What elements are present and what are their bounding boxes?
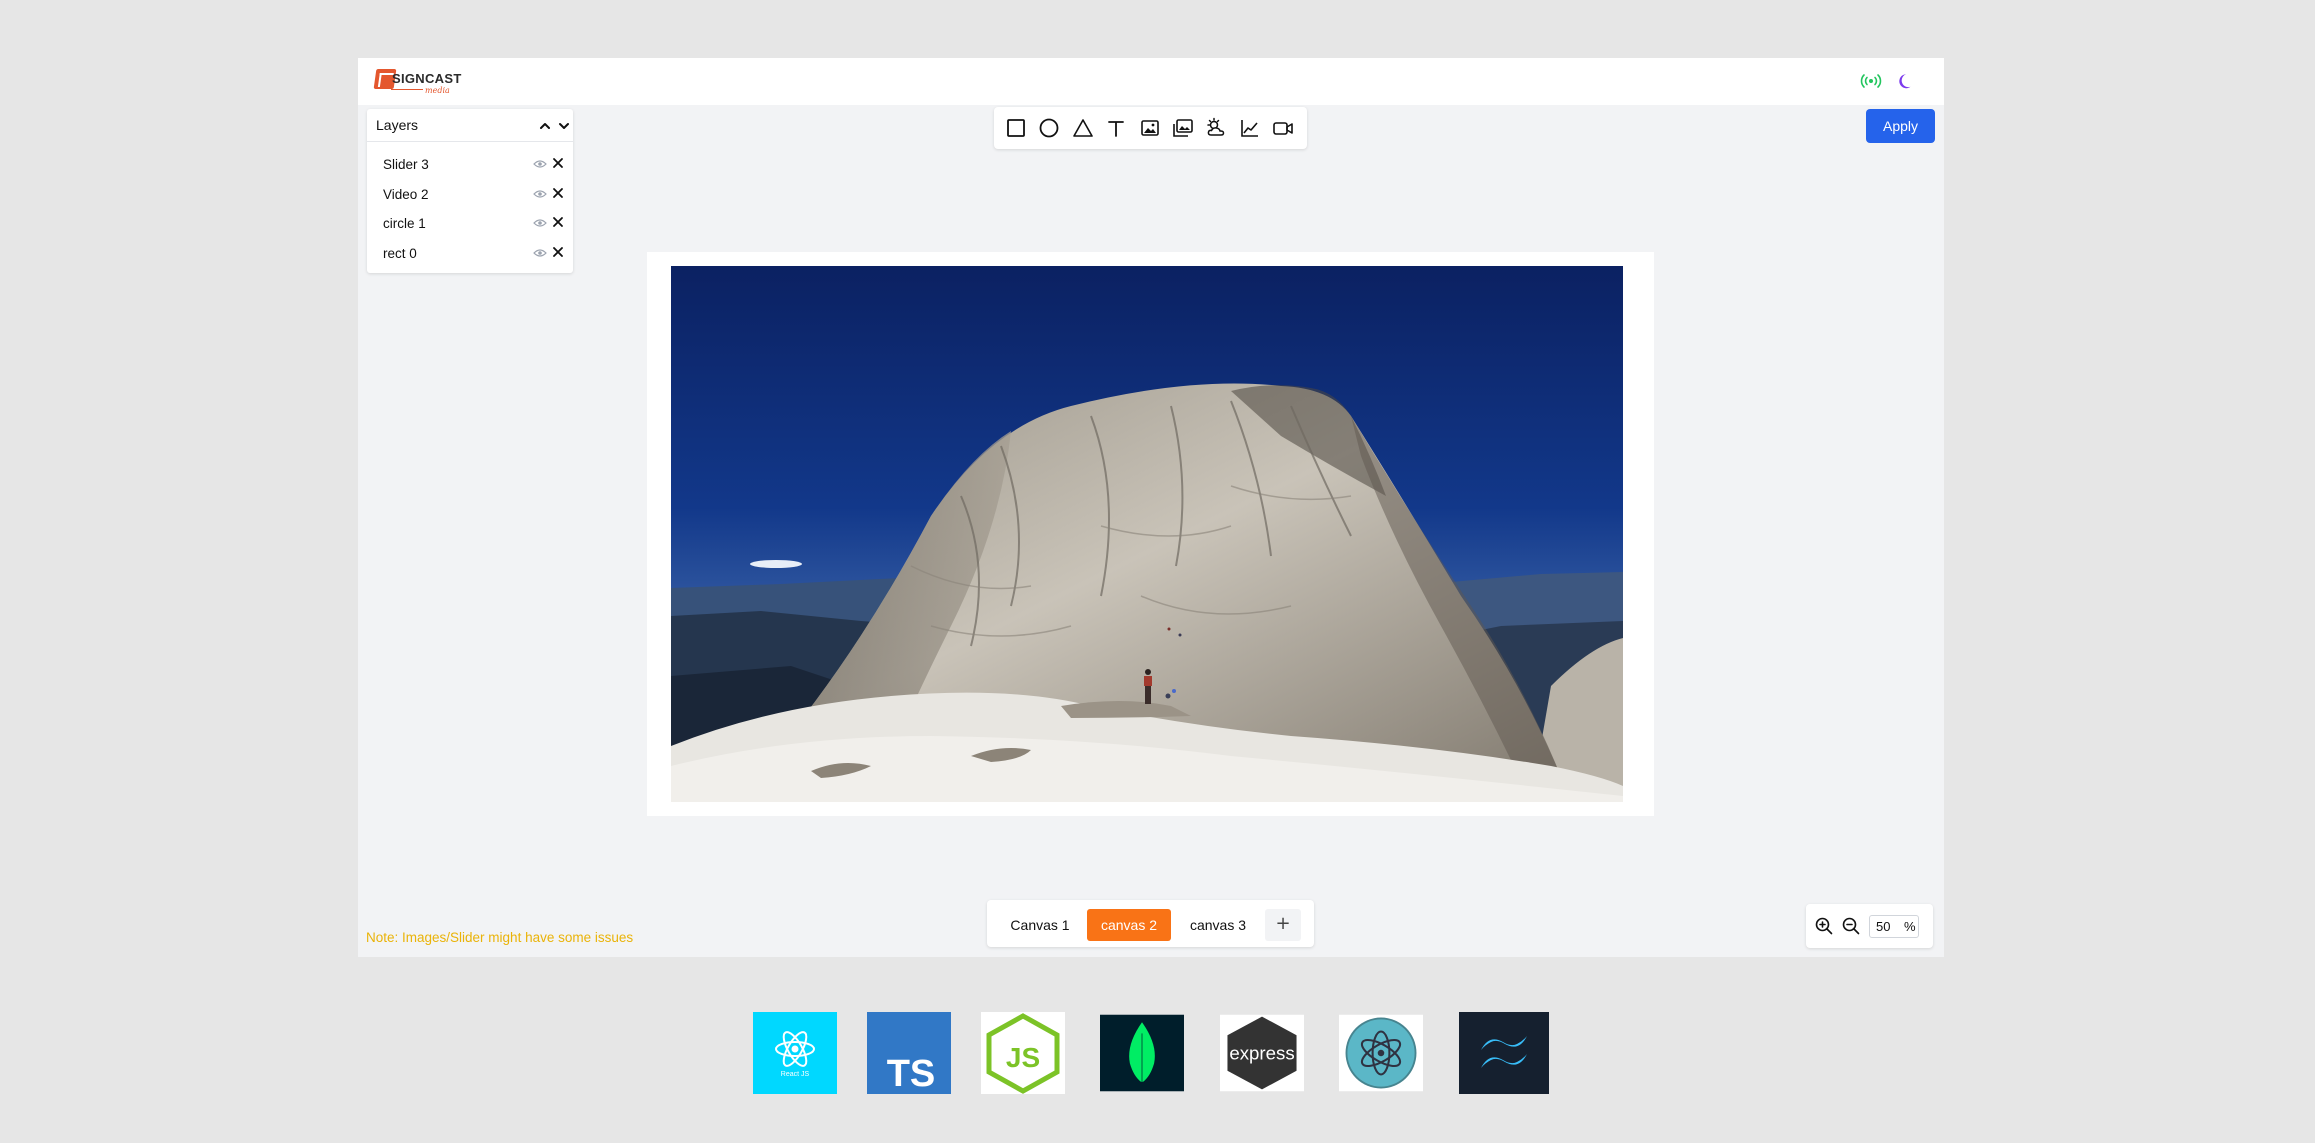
note-text: Note: Images/Slider might have some issu… [366,930,634,945]
tailwind-logo [1459,1012,1549,1094]
zoom-out-icon[interactable] [1842,917,1860,935]
close-icon[interactable] [552,216,564,228]
tab-canvas-2[interactable]: canvas 2 [1087,909,1171,941]
zoom-value: 50 [1876,919,1891,934]
close-icon[interactable] [552,246,564,258]
chevron-down-icon[interactable] [557,119,571,133]
eye-icon[interactable] [533,189,547,199]
triangle-icon[interactable] [1072,117,1094,139]
zoom-input[interactable]: 50 % [1869,915,1919,938]
zoom-unit: % [1904,919,1916,934]
close-icon[interactable] [552,157,564,169]
close-icon[interactable] [552,187,564,199]
layers-header: Layers [367,109,573,142]
video-icon[interactable] [1272,117,1294,139]
layer-label: Video 2 [383,186,429,202]
react-js-logo: React JS [753,1012,837,1094]
add-canvas-button[interactable]: + [1265,909,1301,941]
text-icon[interactable] [1105,117,1127,139]
layers-title: Layers [376,117,419,133]
eye-icon[interactable] [533,248,547,258]
logo-underline [391,89,423,90]
nodejs-caption: JS [1006,1042,1040,1073]
zoom-in-icon[interactable] [1815,917,1833,935]
layers-panel: Layers Slider 3 Video 2 circle 1 rect 0 [367,109,573,273]
signcast-logo: SIGNCAST media [373,66,462,96]
canvas-area[interactable] [647,252,1654,816]
chevron-up-icon[interactable] [538,119,552,133]
app-window: SIGNCAST media Layers Slider 3 Video 2 c… [358,58,1944,957]
gallery-icon[interactable] [1172,117,1194,139]
layer-item-slider-3[interactable]: Slider 3 [367,153,573,183]
layer-item-circle-1[interactable]: circle 1 [367,212,573,242]
layer-item-rect-0[interactable]: rect 0 [367,242,573,272]
layer-list: Slider 3 Video 2 circle 1 rect 0 [367,153,573,271]
canvas-tabs: Canvas 1 canvas 2 canvas 3 + [987,900,1314,947]
top-bar: SIGNCAST media [358,58,1944,105]
typescript-logo: TS [867,1012,951,1094]
nodejs-logo: JS [981,1012,1065,1094]
eye-icon[interactable] [533,159,547,169]
logo-wordmark: SIGNCAST [392,71,462,86]
zoom-control: 50 % [1806,904,1933,948]
tab-canvas-1[interactable]: Canvas 1 [1001,909,1079,941]
electron-logo [1339,1012,1423,1094]
moon-icon[interactable] [1898,72,1916,90]
weather-icon[interactable] [1205,117,1227,139]
layer-label: rect 0 [383,245,417,261]
layer-label: Slider 3 [383,157,429,172]
tab-canvas-3[interactable]: canvas 3 [1177,909,1259,941]
rectangle-icon[interactable] [1005,117,1027,139]
express-logo: express [1220,1012,1304,1094]
circle-icon[interactable] [1038,117,1060,139]
image-icon[interactable] [1139,117,1161,139]
eye-icon[interactable] [533,218,547,228]
shape-toolbar [994,107,1307,149]
apply-button[interactable]: Apply [1866,109,1935,143]
chart-icon[interactable] [1239,117,1261,139]
logo-tagline: media [425,86,450,95]
express-caption: express [1229,1043,1294,1064]
mongodb-logo [1100,1012,1184,1094]
canvas-image[interactable] [671,266,1623,802]
typescript-caption: TS [887,1053,936,1094]
layer-item-video-2[interactable]: Video 2 [367,183,573,213]
layer-label: circle 1 [383,216,426,231]
react-caption: React JS [781,1071,810,1078]
broadcast-icon[interactable] [1860,73,1882,89]
